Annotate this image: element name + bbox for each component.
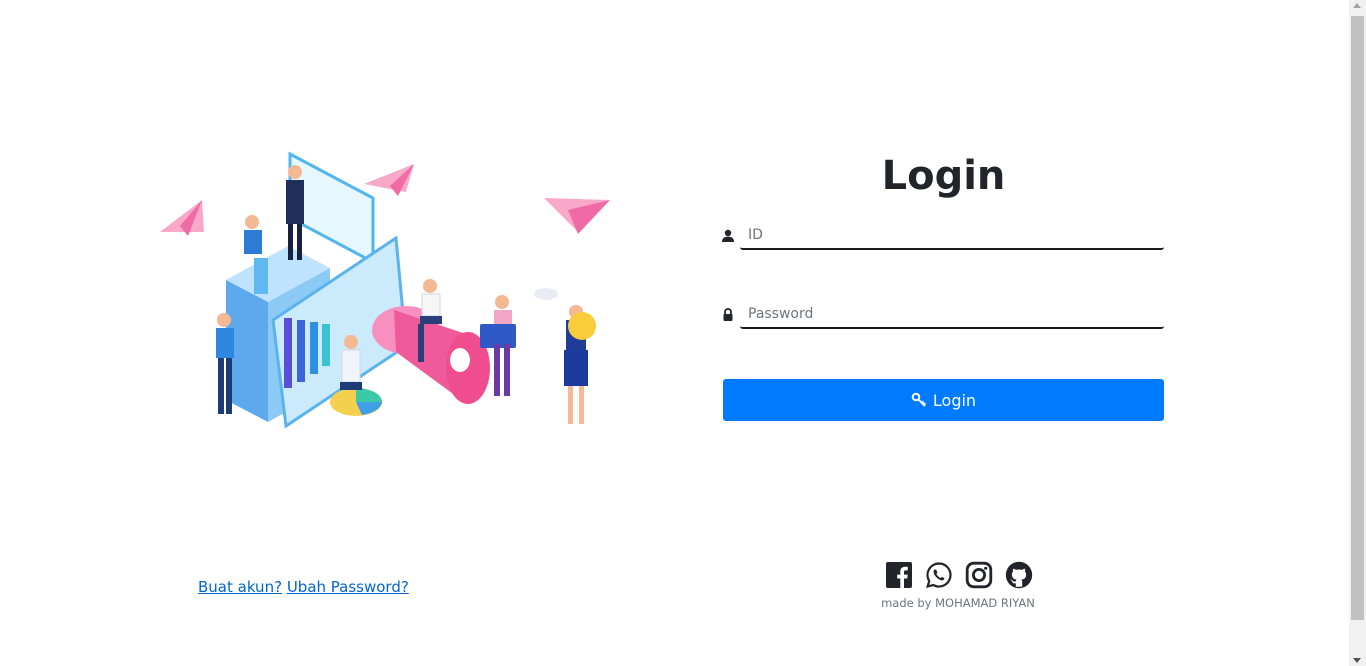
id-field: [721, 222, 1164, 252]
footer-links: Buat akun? Ubah Password?: [198, 578, 409, 596]
change-password-link[interactable]: Ubah Password?: [287, 578, 409, 596]
instagram-icon[interactable]: [965, 561, 993, 590]
hero-illustration: [160, 151, 610, 429]
github-icon[interactable]: [1005, 561, 1033, 590]
person-illustration: [216, 313, 234, 414]
login-title: Login: [881, 153, 1006, 199]
create-account-link[interactable]: Buat akun?: [198, 578, 282, 596]
login-button-label: Login: [932, 390, 977, 410]
facebook-icon[interactable]: [885, 561, 913, 590]
key-icon: [911, 392, 927, 407]
credit-text: made by MOHAMAD RIYAN: [881, 596, 1035, 610]
person-illustration: [564, 305, 596, 424]
paper-plane-icon: [364, 164, 414, 196]
lock-icon: [723, 308, 733, 321]
scrollbar-thumb[interactable]: [1351, 16, 1364, 620]
password-input[interactable]: [740, 301, 1164, 329]
id-input[interactable]: [740, 222, 1164, 250]
password-field: [721, 301, 1164, 331]
paper-plane-icon: [544, 198, 610, 234]
scroll-down-arrow-icon[interactable]: [1353, 658, 1361, 663]
scroll-up-arrow-icon[interactable]: [1353, 3, 1361, 8]
vertical-scrollbar[interactable]: [1349, 0, 1366, 666]
whatsapp-icon[interactable]: [925, 561, 953, 590]
paper-plane-icon: [160, 200, 204, 236]
social-links: [885, 561, 1033, 590]
login-button[interactable]: Login: [723, 379, 1164, 421]
user-icon: [722, 229, 734, 242]
